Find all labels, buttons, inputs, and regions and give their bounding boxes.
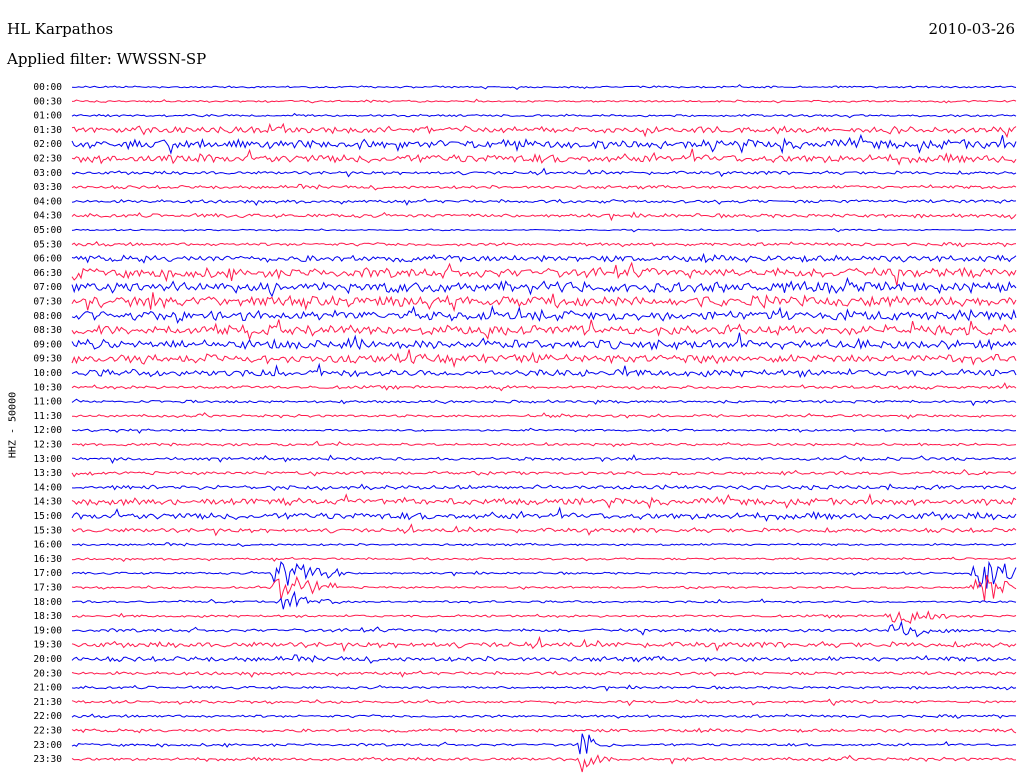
- row-label-0600: 06:00: [33, 254, 62, 265]
- row-label-0730: 07:30: [33, 297, 62, 308]
- trace-1700: [71, 560, 1017, 589]
- row-label-0300: 03:00: [33, 168, 62, 179]
- row-label-2230: 22:30: [33, 726, 62, 737]
- trace-0030: [71, 98, 1017, 104]
- trace-0130: [71, 122, 1017, 139]
- row-label-1700: 17:00: [33, 568, 62, 579]
- row-label-2330: 23:30: [33, 754, 62, 765]
- row-label-1930: 19:30: [33, 640, 62, 651]
- trace-1800: [71, 590, 1017, 610]
- trace-2330: [71, 754, 1017, 773]
- row-label-0830: 08:30: [33, 325, 62, 336]
- row-label-0130: 01:30: [33, 125, 62, 136]
- row-label-1730: 17:30: [33, 583, 62, 594]
- trace-1430: [71, 493, 1017, 510]
- trace-0330: [71, 183, 1017, 191]
- trace-0100: [71, 112, 1017, 119]
- row-label-0930: 09:30: [33, 354, 62, 365]
- row-label-1430: 14:30: [33, 497, 62, 508]
- row-label-2000: 20:00: [33, 654, 62, 665]
- row-label-1130: 11:30: [33, 411, 62, 422]
- row-label-1200: 12:00: [33, 425, 62, 436]
- trace-1400: [71, 483, 1017, 492]
- row-label-0100: 01:00: [33, 111, 62, 122]
- trace-1300: [72, 454, 1017, 465]
- row-label-1100: 11:00: [33, 397, 62, 408]
- trace-1630: [71, 556, 1017, 563]
- trace-1930: [71, 635, 1017, 653]
- trace-0800: [71, 305, 1017, 325]
- trace-2130: [71, 698, 1017, 707]
- row-label-0700: 07:00: [33, 282, 62, 293]
- trace-1530: [71, 523, 1017, 537]
- row-label-1400: 14:00: [33, 482, 62, 493]
- row-label-0400: 04:00: [33, 196, 62, 207]
- trace-1200: [71, 427, 1017, 434]
- row-label-0030: 00:30: [33, 96, 62, 107]
- trace-0700: [71, 276, 1017, 298]
- trace-1000: [71, 362, 1017, 379]
- row-label-1330: 13:30: [33, 468, 62, 479]
- trace-0830: [71, 319, 1017, 341]
- row-label-0430: 04:30: [33, 211, 62, 222]
- trace-0300: [71, 167, 1017, 178]
- row-label-0200: 02:00: [33, 139, 62, 150]
- trace-1130: [71, 412, 1017, 420]
- trace-0230: [71, 148, 1017, 166]
- row-label-1500: 15:00: [33, 511, 62, 522]
- row-label-2300: 23:00: [33, 740, 62, 751]
- trace-0430: [71, 211, 1017, 222]
- row-label-1030: 10:30: [33, 382, 62, 393]
- row-label-1900: 19:00: [33, 625, 62, 636]
- row-label-2100: 21:00: [33, 683, 62, 694]
- row-label-0800: 08:00: [33, 311, 62, 322]
- trace-0400: [71, 198, 1017, 206]
- row-label-1230: 12:30: [33, 440, 62, 451]
- trace-2030: [71, 670, 1017, 678]
- trace-2000: [71, 654, 1017, 664]
- trace-2300: [71, 733, 1017, 755]
- row-label-1630: 16:30: [33, 554, 62, 565]
- row-label-0000: 00:00: [33, 82, 62, 93]
- trace-1730: [71, 574, 1017, 601]
- row-label-0500: 05:00: [33, 225, 62, 236]
- row-label-0230: 02:30: [33, 154, 62, 165]
- row-label-1830: 18:30: [33, 611, 62, 622]
- trace-2230: [71, 727, 1017, 734]
- trace-1230: [71, 440, 1017, 448]
- row-label-1530: 15:30: [33, 525, 62, 536]
- trace-0500: [71, 228, 1017, 233]
- trace-1500: [71, 506, 1017, 522]
- row-label-1600: 16:00: [33, 540, 62, 551]
- trace-0600: [71, 252, 1017, 264]
- row-label-2130: 21:30: [33, 697, 62, 708]
- row-label-0330: 03:30: [33, 182, 62, 193]
- row-label-2200: 22:00: [33, 711, 62, 722]
- trace-1830: [71, 610, 1017, 624]
- trace-0930: [71, 349, 1017, 369]
- trace-0000: [71, 84, 1017, 91]
- trace-1900: [72, 620, 1017, 638]
- row-label-0530: 05:30: [33, 239, 62, 250]
- row-label-0630: 06:30: [33, 268, 62, 279]
- trace-0900: [71, 332, 1017, 351]
- trace-0730: [71, 292, 1017, 313]
- trace-2100: [71, 684, 1017, 692]
- row-label-1800: 18:00: [33, 597, 62, 608]
- trace-1030: [71, 382, 1017, 392]
- seismogram-plot: 00:00 00:30 01:00 01:30 02:00 02:30 03:00 03:30…: [33, 82, 1017, 773]
- row-label-1300: 13:00: [33, 454, 62, 465]
- trace-0200: [71, 133, 1017, 155]
- trace-1100: [71, 398, 1017, 407]
- row-label-1000: 10:00: [33, 368, 62, 379]
- trace-1330: [71, 468, 1017, 478]
- trace-0530: [71, 241, 1017, 248]
- trace-1600: [71, 542, 1017, 547]
- row-label-2030: 20:30: [33, 668, 62, 679]
- row-label-0900: 09:00: [33, 339, 62, 350]
- trace-2200: [71, 713, 1017, 719]
